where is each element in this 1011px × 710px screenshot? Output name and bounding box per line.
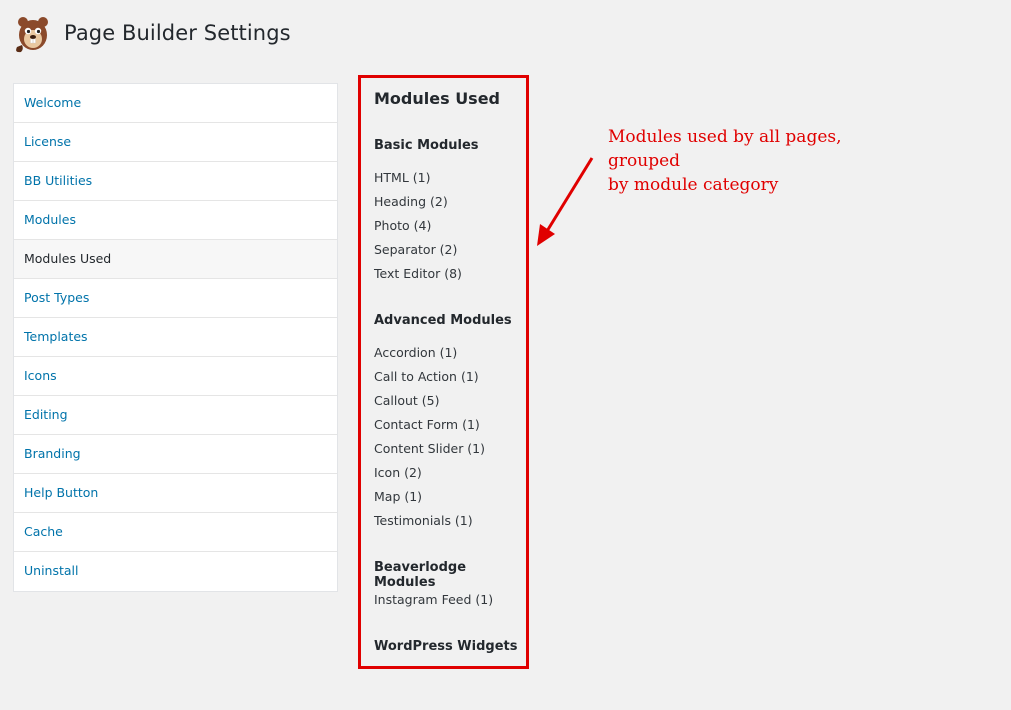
module-item: Instagram Feed (1) bbox=[374, 592, 494, 607]
annotation-line-2: by module category bbox=[608, 175, 779, 195]
page-title: Page Builder Settings bbox=[64, 21, 291, 45]
category-title-beaverlodge: Beaverlodge Modules bbox=[374, 560, 467, 590]
sidebar-item-bb-utilities[interactable]: BB Utilities bbox=[14, 162, 337, 201]
annotation-line-1: Modules used by all pages, grouped bbox=[608, 127, 842, 171]
settings-nav: Welcome License BB Utilities Modules Modules… bbox=[13, 83, 338, 592]
category-title-wordpress-widgets: WordPress Widgets bbox=[374, 639, 518, 654]
sidebar-item-welcome[interactable]: Welcome bbox=[14, 84, 337, 123]
category-title-advanced: Advanced Modules bbox=[374, 313, 512, 328]
sidebar-item-help-button[interactable]: Help Button bbox=[14, 474, 337, 513]
module-item: Separator (2) bbox=[374, 242, 458, 257]
module-item: Testimonials (1) bbox=[374, 513, 473, 528]
sidebar-item-uninstall[interactable]: Uninstall bbox=[14, 552, 337, 591]
sidebar-item-cache[interactable]: Cache bbox=[14, 513, 337, 552]
sidebar-item-modules[interactable]: Modules bbox=[14, 201, 337, 240]
module-item: Map (1) bbox=[374, 489, 423, 504]
module-item: Contact Form (1) bbox=[374, 417, 480, 432]
category-title-basic: Basic Modules bbox=[374, 138, 479, 153]
module-item: HTML (1) bbox=[374, 170, 431, 185]
panel-title: Modules Used bbox=[374, 89, 501, 108]
module-item: Photo (4) bbox=[374, 218, 432, 233]
beaver-logo-icon bbox=[16, 17, 48, 53]
sidebar-item-post-types[interactable]: Post Types bbox=[14, 279, 337, 318]
module-item: Text Editor (8) bbox=[374, 266, 462, 281]
module-item: Accordion (1) bbox=[374, 345, 458, 360]
sidebar-item-branding[interactable]: Branding bbox=[14, 435, 337, 474]
modules-used-panel: Modules Used Basic Modules HTML (1) Head… bbox=[358, 75, 529, 669]
module-item: Heading (2) bbox=[374, 194, 448, 209]
module-item: Call to Action (1) bbox=[374, 369, 479, 384]
sidebar-item-templates[interactable]: Templates bbox=[14, 318, 337, 357]
sidebar-item-editing[interactable]: Editing bbox=[14, 396, 337, 435]
sidebar-item-license[interactable]: License bbox=[14, 123, 337, 162]
module-item: Content Slider (1) bbox=[374, 441, 486, 456]
page-header: Page Builder Settings bbox=[12, 10, 291, 56]
annotation-arrow-icon bbox=[537, 157, 594, 246]
sidebar-item-modules-used[interactable]: Modules Used bbox=[14, 240, 337, 279]
module-item: Callout (5) bbox=[374, 393, 440, 408]
sidebar-item-icons[interactable]: Icons bbox=[14, 357, 337, 396]
annotation-callout: Modules used by all pages, grouped by mo… bbox=[608, 125, 918, 197]
module-item: Icon (2) bbox=[374, 465, 422, 480]
